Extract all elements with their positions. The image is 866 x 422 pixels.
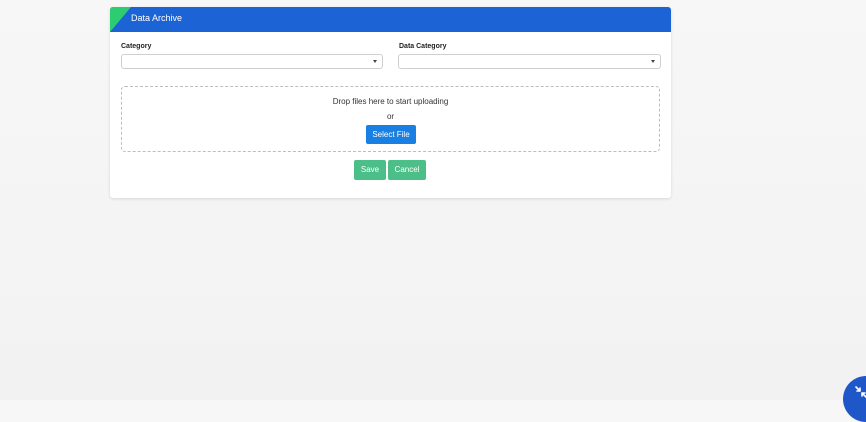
cancel-button[interactable]: Cancel xyxy=(388,160,426,180)
dropzone-or-text: or xyxy=(386,112,395,121)
compress-arrows-icon xyxy=(855,386,866,398)
card-header: Data Archive xyxy=(110,7,671,32)
category-label: Category xyxy=(121,43,152,50)
corner-accent xyxy=(110,7,131,32)
card-title: Data Archive xyxy=(131,13,183,23)
save-button[interactable]: Save xyxy=(354,160,386,180)
data-category-select[interactable] xyxy=(398,54,661,69)
chevron-down-icon xyxy=(651,60,655,63)
dropzone-prompt: Drop files here to start uploading xyxy=(332,97,449,106)
file-dropzone[interactable]: Drop files here to start uploading or Se… xyxy=(121,86,660,152)
category-select[interactable] xyxy=(121,54,383,69)
chevron-down-icon xyxy=(373,60,377,63)
data-category-label: Data Category xyxy=(399,43,447,50)
select-file-button[interactable]: Select File xyxy=(366,125,416,144)
floating-action-button[interactable] xyxy=(843,376,866,422)
data-archive-card: Data Archive Category Data Category Drop… xyxy=(110,7,671,198)
